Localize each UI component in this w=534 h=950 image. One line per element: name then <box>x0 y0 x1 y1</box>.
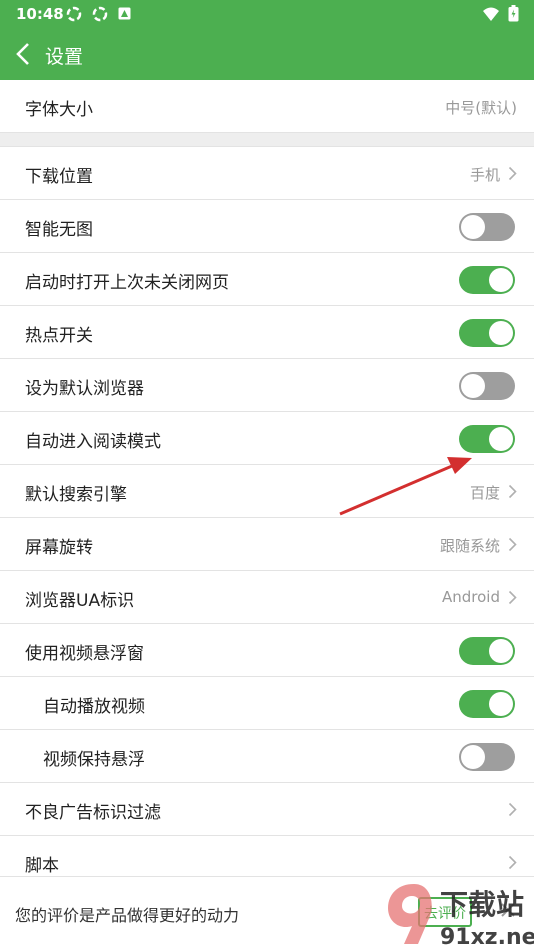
setting-label: 浏览器UA标识 <box>25 591 135 611</box>
toggle-default-browser[interactable] <box>459 372 515 400</box>
wifi-icon <box>483 7 499 21</box>
app-bar: 设置 <box>0 28 534 80</box>
rating-message: 您的评价是产品做得更好的动力 <box>15 906 240 925</box>
toggle-autoplay-video[interactable] <box>459 690 515 718</box>
setting-restore-tabs: 启动时打开上次未关闭网页 <box>0 253 534 306</box>
setting-label: 启动时打开上次未关闭网页 <box>25 273 229 293</box>
setting-font-size[interactable]: 字体大小 中号(默认) <box>0 80 534 133</box>
chevron-right-icon <box>508 855 517 870</box>
setting-label: 屏幕旋转 <box>25 538 93 558</box>
page-title: 设置 <box>45 46 84 68</box>
toggle-restore-tabs[interactable] <box>459 266 515 294</box>
battery-icon <box>508 5 519 22</box>
setting-label: 智能无图 <box>25 220 93 240</box>
toggle-knob <box>461 215 485 239</box>
section-divider <box>0 133 534 147</box>
status-time: 10:48 <box>16 5 64 23</box>
setting-ad-filter[interactable]: 不良广告标识过滤 <box>0 783 534 836</box>
toggle-keep-floating[interactable] <box>459 743 515 771</box>
setting-auto-reader-mode: 自动进入阅读模式 <box>0 412 534 465</box>
chevron-right-icon <box>508 590 517 605</box>
toggle-auto-reader-mode[interactable] <box>459 425 515 453</box>
setting-label: 不良广告标识过滤 <box>25 803 161 823</box>
app-notification-icon <box>118 7 131 20</box>
setting-floating-video: 使用视频悬浮窗 <box>0 624 534 677</box>
setting-label: 下载位置 <box>25 167 93 187</box>
setting-value: Android <box>442 588 500 606</box>
setting-value: 手机 <box>469 166 500 184</box>
setting-value: 中号(默认) <box>445 99 517 117</box>
setting-label: 自动播放视频 <box>43 697 145 717</box>
setting-label: 设为默认浏览器 <box>25 379 144 399</box>
setting-label: 默认搜索引擎 <box>25 485 127 505</box>
toggle-knob <box>489 692 513 716</box>
site-watermark-logo: 下载站 91xz.net <box>388 884 534 950</box>
setting-default-browser: 设为默认浏览器 <box>0 359 534 412</box>
setting-label: 视频保持悬浮 <box>43 750 145 770</box>
setting-screen-rotation[interactable]: 屏幕旋转 跟随系统 <box>0 518 534 571</box>
toggle-knob <box>489 427 513 451</box>
setting-label: 自动进入阅读模式 <box>25 432 161 452</box>
notification-icon <box>66 6 82 22</box>
toggle-knob <box>489 268 513 292</box>
toggle-knob <box>489 639 513 663</box>
watermark-brand: 下载站 <box>440 888 524 921</box>
setting-autoplay-video: 自动播放视频 <box>0 677 534 730</box>
status-bar: 10:48 <box>0 0 534 28</box>
setting-label: 字体大小 <box>25 100 93 120</box>
chevron-right-icon <box>508 802 517 817</box>
watermark-domain: 91xz.net <box>440 925 534 950</box>
settings-list: 字体大小 中号(默认) 下载位置 手机 智能无图 启动时打开上次未关闭网页 热点… <box>0 80 534 889</box>
setting-keep-floating: 视频保持悬浮 <box>0 730 534 783</box>
chevron-right-icon <box>508 166 517 181</box>
setting-label: 热点开关 <box>25 326 93 346</box>
setting-smart-no-image: 智能无图 <box>0 200 534 253</box>
setting-search-engine[interactable]: 默认搜索引擎 百度 <box>0 465 534 518</box>
toggle-floating-video[interactable] <box>459 637 515 665</box>
setting-label: 脚本 <box>25 856 59 876</box>
toggle-smart-no-image[interactable] <box>459 213 515 241</box>
back-arrow-icon[interactable] <box>12 40 36 68</box>
setting-hotspot: 热点开关 <box>0 306 534 359</box>
setting-value: 百度 <box>469 484 500 502</box>
chevron-right-icon <box>508 484 517 499</box>
toggle-knob <box>489 321 513 345</box>
setting-user-agent[interactable]: 浏览器UA标识 Android <box>0 571 534 624</box>
notification-icon <box>92 6 108 22</box>
toggle-knob <box>461 374 485 398</box>
toggle-hotspot[interactable] <box>459 319 515 347</box>
toggle-knob <box>461 745 485 769</box>
setting-label: 使用视频悬浮窗 <box>25 644 144 664</box>
setting-download-location[interactable]: 下载位置 手机 <box>0 147 534 200</box>
setting-value: 跟随系统 <box>439 537 500 555</box>
chevron-right-icon <box>508 537 517 552</box>
